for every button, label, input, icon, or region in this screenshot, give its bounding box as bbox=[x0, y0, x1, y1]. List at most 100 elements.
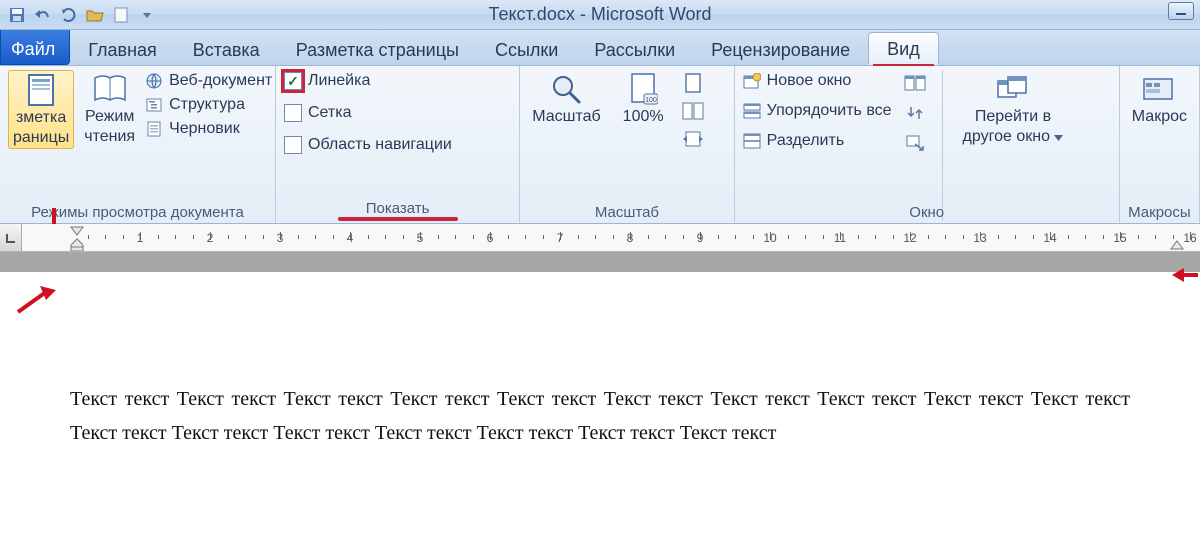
group-label: Макросы bbox=[1120, 200, 1199, 223]
file-tab[interactable]: Файл bbox=[0, 29, 70, 65]
outline-button[interactable]: Структура bbox=[145, 96, 272, 114]
switch-windows-button[interactable]: Перейти в другое окно bbox=[959, 70, 1068, 147]
page-icon bbox=[24, 73, 58, 107]
split-button[interactable]: Разделить bbox=[743, 132, 892, 150]
btn-label: Режим bbox=[85, 108, 134, 126]
window-title: Текст.docx - Microsoft Word bbox=[0, 4, 1200, 25]
tab-insert[interactable]: Вставка bbox=[175, 34, 278, 65]
item-label: Сетка bbox=[308, 104, 352, 122]
book-icon bbox=[93, 72, 127, 106]
group-label: Показать bbox=[276, 196, 519, 223]
draft-button[interactable]: Черновик bbox=[145, 120, 272, 138]
zoom-button[interactable]: Масштаб bbox=[528, 70, 604, 128]
group-macros: Макрос Макросы bbox=[1120, 66, 1200, 223]
group-label: Масштаб bbox=[520, 200, 733, 223]
body-text: Текст текст Текст текст Текст текст Текс… bbox=[70, 388, 971, 410]
svg-text:100: 100 bbox=[645, 97, 657, 104]
tab-layout[interactable]: Разметка страницы bbox=[278, 34, 477, 65]
undo-icon[interactable] bbox=[32, 4, 54, 26]
switch-windows-icon bbox=[996, 72, 1030, 106]
page-width-icon[interactable] bbox=[682, 128, 704, 150]
zoom-100-button[interactable]: 100 100% bbox=[619, 70, 668, 128]
file-tab-label: Файл bbox=[11, 39, 55, 60]
globe-icon bbox=[145, 72, 163, 90]
macros-icon bbox=[1142, 72, 1176, 106]
document-page[interactable]: Текст текст Текст текст Текст текст Текс… bbox=[0, 272, 1200, 470]
qat-dropdown-icon[interactable] bbox=[136, 4, 158, 26]
group-zoom: Масштаб 100 100% Масштаб bbox=[520, 66, 734, 223]
sync-scroll-icon[interactable] bbox=[904, 102, 926, 124]
item-label: Структура bbox=[169, 96, 245, 114]
tab-refs[interactable]: Ссылки bbox=[477, 34, 576, 65]
btn-label: Перейти в bbox=[975, 108, 1051, 126]
ribbon-tabs: Файл Главная Вставка Разметка страницы С… bbox=[0, 30, 1200, 66]
annotation-arrow-left-indent bbox=[12, 286, 58, 318]
side-by-side-icon[interactable] bbox=[904, 72, 926, 94]
print-layout-button[interactable]: зметка раницы bbox=[8, 70, 74, 149]
document-background bbox=[0, 252, 1200, 272]
tab-view[interactable]: Вид bbox=[868, 32, 939, 65]
btn-label: другое окно bbox=[963, 128, 1050, 145]
window-controls bbox=[1168, 2, 1194, 20]
navpane-checkbox-row[interactable]: Область навигации bbox=[284, 136, 452, 154]
horizontal-ruler[interactable]: 12345678910111213141516 bbox=[0, 224, 1200, 252]
two-pages-icon[interactable] bbox=[682, 100, 704, 122]
one-page-icon[interactable] bbox=[682, 72, 704, 94]
tab-label: Разметка страницы bbox=[296, 40, 459, 60]
item-label: Упорядочить все bbox=[767, 102, 892, 120]
tab-mail[interactable]: Рассылки bbox=[576, 34, 693, 65]
item-label: Линейка bbox=[308, 72, 370, 90]
right-indent-marker[interactable] bbox=[1170, 238, 1184, 252]
btn-label: зметка bbox=[16, 109, 66, 127]
group-document-views: зметка раницы Режим чтения Веб-документ … bbox=[0, 66, 276, 223]
tab-label: Рецензирование bbox=[711, 40, 850, 60]
group-show: Линейка Сетка Область навигации Показать bbox=[276, 66, 520, 223]
web-layout-button[interactable]: Веб-документ bbox=[145, 72, 272, 90]
tab-review[interactable]: Рецензирование bbox=[693, 34, 868, 65]
redo-icon[interactable] bbox=[58, 4, 80, 26]
annotation-arrow-right-indent bbox=[1172, 264, 1200, 286]
ruler-checkbox-row[interactable]: Линейка bbox=[284, 72, 452, 90]
reading-layout-button[interactable]: Режим чтения bbox=[80, 70, 139, 147]
ruler-checkbox[interactable] bbox=[284, 72, 302, 90]
tab-label: Главная bbox=[88, 40, 157, 60]
ribbon-panel: зметка раницы Режим чтения Веб-документ … bbox=[0, 66, 1200, 224]
new-window-button[interactable]: Новое окно bbox=[743, 72, 892, 90]
minimize-button[interactable] bbox=[1168, 2, 1194, 20]
tab-home[interactable]: Главная bbox=[70, 34, 175, 65]
new-doc-icon[interactable] bbox=[110, 4, 132, 26]
gridlines-checkbox-row[interactable]: Сетка bbox=[284, 104, 452, 122]
arrange-icon bbox=[743, 102, 761, 120]
item-label: Новое окно bbox=[767, 72, 852, 90]
save-icon[interactable] bbox=[6, 4, 28, 26]
group-window: Новое окно Упорядочить все Разделить bbox=[735, 66, 1120, 223]
draft-icon bbox=[145, 120, 163, 138]
item-label: Область навигации bbox=[308, 136, 452, 154]
item-label: Веб-документ bbox=[169, 72, 272, 90]
first-line-indent-marker[interactable] bbox=[70, 224, 84, 239]
gridlines-checkbox[interactable] bbox=[284, 104, 302, 122]
left-indent-marker[interactable] bbox=[70, 238, 84, 252]
macros-button[interactable]: Макрос bbox=[1128, 70, 1191, 128]
btn-label: Масштаб bbox=[532, 108, 600, 126]
tab-selector[interactable] bbox=[0, 224, 22, 252]
tab-label: Рассылки bbox=[594, 40, 675, 60]
navpane-checkbox[interactable] bbox=[284, 136, 302, 154]
open-folder-icon[interactable] bbox=[84, 4, 106, 26]
item-label: Разделить bbox=[767, 132, 844, 150]
tab-label: Ссылки bbox=[495, 40, 558, 60]
btn-label: раницы bbox=[13, 129, 69, 147]
btn-label: Макрос bbox=[1132, 108, 1187, 126]
window-new-icon bbox=[743, 72, 761, 90]
btn-label: чтения bbox=[84, 128, 135, 146]
tab-label: Вставка bbox=[193, 40, 260, 60]
tab-label: Вид bbox=[887, 39, 920, 59]
quick-access-toolbar bbox=[6, 4, 158, 26]
outline-icon bbox=[145, 96, 163, 114]
reset-pos-icon[interactable] bbox=[904, 132, 926, 154]
arrange-all-button[interactable]: Упорядочить все bbox=[743, 102, 892, 120]
magnifier-icon bbox=[549, 72, 583, 106]
item-label: Черновик bbox=[169, 120, 240, 138]
page-100-icon: 100 bbox=[626, 72, 660, 106]
group-label: Окно bbox=[735, 200, 1119, 223]
